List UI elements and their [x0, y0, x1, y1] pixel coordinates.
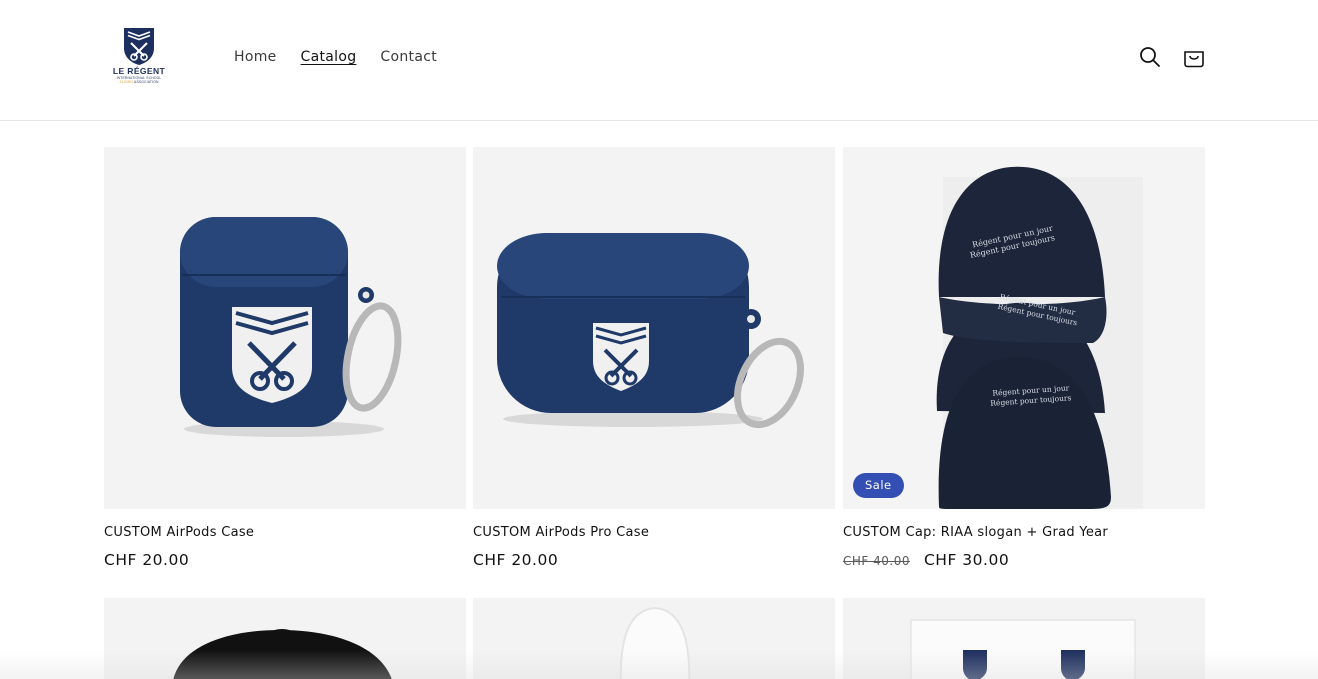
product-image[interactable] [843, 598, 1205, 679]
cart-button[interactable] [1180, 43, 1208, 71]
logo-tagline-alumni: ALUMNI [119, 80, 134, 84]
product-image[interactable] [473, 147, 835, 509]
shield-logo-icon [124, 28, 154, 65]
product-card[interactable] [473, 598, 835, 679]
sticker-sheet-icon [910, 619, 1136, 679]
airpods-pro-case-icon [497, 233, 804, 429]
product-price: CHF 30.00 [923, 551, 1010, 569]
nav-contact[interactable]: Contact [368, 46, 449, 68]
product-image[interactable] [473, 598, 835, 679]
logo-tagline: ALUMNI ASSOCIATION [119, 80, 158, 84]
product-card[interactable]: Régent pour un jour Régent pour toujours… [843, 147, 1205, 569]
price-row: CHF 40.00 CHF 30.00 [843, 551, 1009, 569]
white-product-icon [619, 606, 691, 679]
product-price-old: CHF 40.00 [843, 554, 910, 568]
search-button[interactable] [1136, 43, 1164, 71]
site-header: LE RÉGENT INTERNATIONAL SCHOOL ALUMNI AS… [0, 0, 1318, 121]
product-title[interactable]: CUSTOM AirPods Pro Case [473, 525, 649, 540]
product-price: CHF 20.00 [104, 551, 190, 569]
logo-tagline-association: ASSOCIATION [134, 80, 159, 84]
airpods-case-icon [180, 217, 402, 437]
main-nav: Home Catalog Contact [222, 46, 449, 68]
product-card[interactable]: CUSTOM AirPods Case CHF 20.00 [104, 147, 466, 569]
product-card[interactable] [843, 598, 1205, 679]
product-card[interactable] [104, 598, 466, 679]
nav-catalog[interactable]: Catalog [289, 46, 369, 68]
product-image[interactable] [104, 598, 466, 679]
price-row: CHF 20.00 [104, 551, 189, 569]
cart-icon [1184, 51, 1204, 68]
black-cap-icon [173, 629, 392, 679]
sale-badge: Sale [853, 473, 904, 498]
product-image[interactable] [104, 147, 466, 509]
logo-wordmark: LE RÉGENT [112, 66, 166, 76]
product-title[interactable]: CUSTOM Cap: RIAA slogan + Grad Year [843, 525, 1108, 540]
product-title[interactable]: CUSTOM AirPods Case [104, 525, 254, 540]
site-logo[interactable]: LE RÉGENT INTERNATIONAL SCHOOL ALUMNI AS… [104, 26, 174, 90]
nav-home[interactable]: Home [222, 46, 289, 68]
cap-stack-icon: Régent pour un jour Régent pour toujours… [936, 166, 1143, 509]
product-card[interactable]: CUSTOM AirPods Pro Case CHF 20.00 [473, 147, 835, 569]
price-row: CHF 20.00 [473, 551, 558, 569]
product-price: CHF 20.00 [473, 551, 559, 569]
product-image[interactable]: Régent pour un jour Régent pour toujours… [843, 147, 1205, 509]
search-icon [1140, 47, 1160, 67]
